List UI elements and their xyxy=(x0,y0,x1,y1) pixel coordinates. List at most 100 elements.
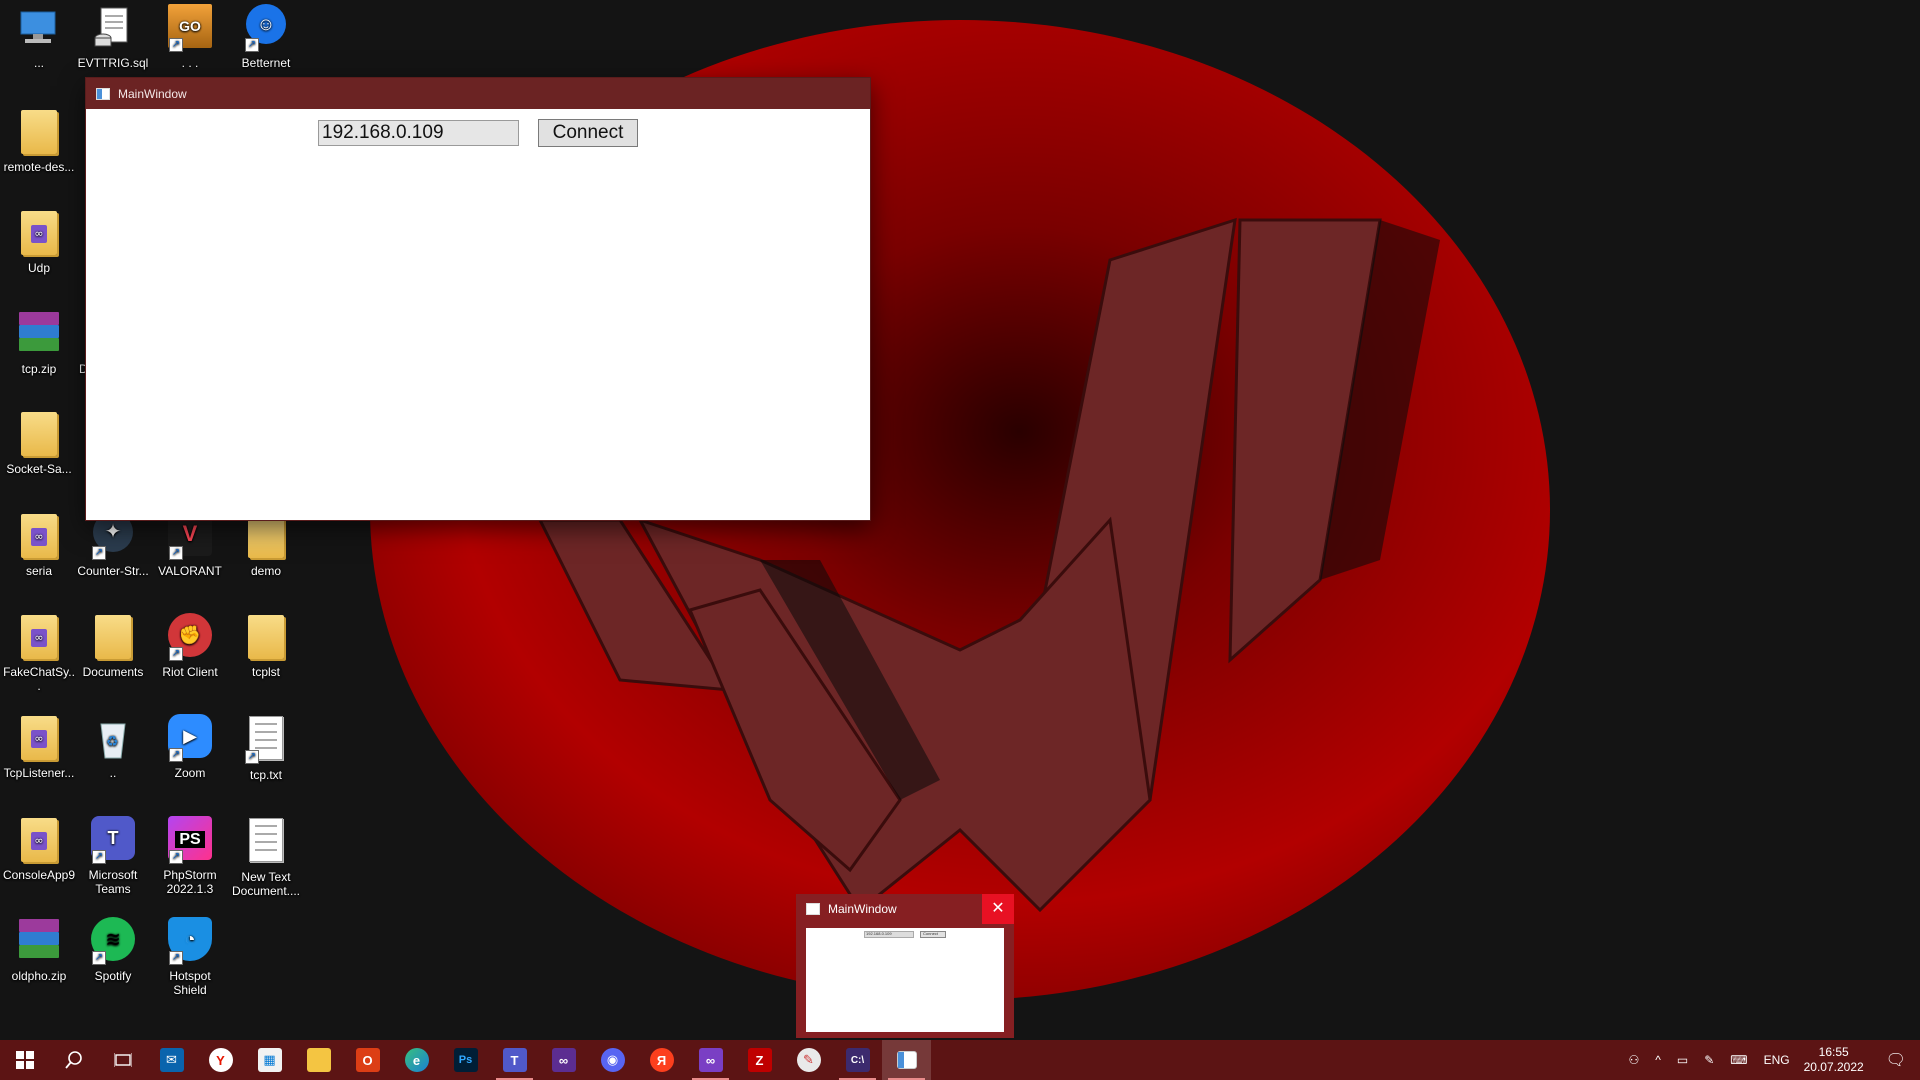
desktop-icon-seria[interactable]: ∞ seria xyxy=(0,512,78,578)
taskbar-visual-studio[interactable]: ∞ xyxy=(539,1040,588,1080)
desktop-icon-tcplst[interactable]: tcplst xyxy=(227,613,305,679)
riot-client-icon: ✊ ↗ xyxy=(166,613,214,661)
window-app-icon xyxy=(806,903,820,915)
main-window-title: MainWindow xyxy=(118,86,187,101)
desktop-icon-phpstorm[interactable]: PS ↗ PhpStorm 2022.1.3 xyxy=(151,816,229,896)
preview-close-button[interactable]: ✕ xyxy=(982,894,1014,924)
start-button[interactable] xyxy=(0,1040,49,1080)
desktop-icon-hotspot-shield[interactable]: ◔ ↗ Hotspot Shield xyxy=(151,917,229,997)
folder-icon xyxy=(248,514,284,558)
search-icon xyxy=(64,1051,82,1069)
desktop-icon-tcplistener[interactable]: ∞ TcpListener... xyxy=(0,714,78,780)
window-app-icon xyxy=(96,87,110,100)
input-language[interactable]: ENG xyxy=(1764,1053,1790,1067)
phpstorm-icon: PS ↗ xyxy=(166,816,214,864)
task-view-button[interactable] xyxy=(98,1040,147,1080)
taskbar-mainwindow-app[interactable] xyxy=(882,1040,931,1080)
desktop-icon-demo[interactable]: demo xyxy=(227,512,305,578)
taskbar-thumbnail-preview[interactable]: MainWindow ✕ 192.168.0.109 Connect xyxy=(796,894,1014,1038)
preview-title: MainWindow xyxy=(828,902,897,916)
desktop-icon-valorant[interactable]: V ↗ VALORANT xyxy=(151,512,229,578)
ip-address-input[interactable] xyxy=(318,120,519,146)
people-icon[interactable]: ⚇ xyxy=(1628,1053,1639,1067)
main-window-titlebar[interactable]: MainWindow xyxy=(86,78,870,109)
teams-icon: T ↗ xyxy=(89,816,137,864)
hotspot-shield-icon: ◔ ↗ xyxy=(166,917,214,965)
desktop-icon-betternet[interactable]: ☺ ↗ Betternet xyxy=(227,4,305,70)
connect-button[interactable]: Connect xyxy=(538,119,638,147)
touch-keyboard-icon[interactable]: ⌨ xyxy=(1730,1053,1747,1067)
discord-icon: ◉ xyxy=(600,1048,625,1072)
taskbar-clock[interactable]: 16:55 20.07.2022 xyxy=(1804,1045,1864,1075)
taskbar-store[interactable]: ▦ xyxy=(245,1040,294,1080)
taskbar-filezilla[interactable]: Z xyxy=(735,1040,784,1080)
taskbar-mail[interactable]: ✉ xyxy=(147,1040,196,1080)
action-center-icon[interactable]: 🗨 xyxy=(1886,1050,1906,1070)
desktop-icon-zoom[interactable]: ▶ ↗ Zoom xyxy=(151,714,229,780)
system-tray: ⚇ ^ ▭ ✎ ⌨ ENG 16:55 20.07.2022 🗨 xyxy=(1620,1040,1920,1080)
desktop-icon-recycle-bin[interactable]: ♻ .. xyxy=(74,714,152,780)
desktop-icon-consoleapp9[interactable]: ∞ ConsoleApp9 xyxy=(0,816,78,882)
csgo-icon: GO ↗ xyxy=(166,4,214,52)
search-button[interactable] xyxy=(49,1040,98,1080)
betternet-icon: ☺ ↗ xyxy=(242,4,290,52)
desktop-icon-tcp-zip[interactable]: tcp.zip xyxy=(0,310,78,376)
taskbar-discord[interactable]: ◉ xyxy=(588,1040,637,1080)
office-icon: O xyxy=(355,1048,380,1072)
desktop-icon-evttrig-sql[interactable]: EVTTRIG.sql xyxy=(74,4,152,70)
winrar-icon xyxy=(17,310,61,354)
meet-now-icon[interactable]: ▭ xyxy=(1677,1053,1688,1067)
photoshop-icon: Ps xyxy=(453,1048,478,1072)
desktop-icon-fakechatsy[interactable]: ∞ FakeChatSy... xyxy=(0,613,78,693)
vs-folder-icon: ∞ xyxy=(21,716,57,760)
main-window[interactable]: MainWindow Connect xyxy=(86,78,870,520)
show-hidden-icons-icon[interactable]: ^ xyxy=(1655,1053,1661,1067)
taskbar-file-explorer[interactable] xyxy=(294,1040,343,1080)
pen-workspace-icon[interactable]: ✎ xyxy=(1704,1053,1714,1067)
yandex-icon: Я xyxy=(649,1048,674,1072)
this-pc-icon xyxy=(15,4,63,52)
zoom-icon: ▶ ↗ xyxy=(166,714,214,762)
desktop-icon-microsoft-teams[interactable]: T ↗ Microsoft Teams xyxy=(74,816,152,896)
folder-icon xyxy=(95,615,131,659)
taskbar-teams[interactable]: T xyxy=(490,1040,539,1080)
vs-folder-icon: ∞ xyxy=(21,818,57,862)
desktop-icon-counter-strike[interactable]: ✦ ↗ Counter-Str... xyxy=(74,512,152,578)
mainwindow-app-icon xyxy=(896,1051,917,1069)
desktop-icon-new-text-document[interactable]: New Text Document.... xyxy=(227,816,305,898)
winrar-icon xyxy=(17,917,61,961)
mini-connect-text: Connect xyxy=(923,931,938,936)
console-icon: C:\ xyxy=(845,1048,870,1072)
desktop-icon-tcp-txt[interactable]: ↗ tcp.txt xyxy=(227,714,305,782)
visual-studio-2022-icon: ∞ xyxy=(698,1048,723,1072)
desktop-icon-documents[interactable]: Documents xyxy=(74,613,152,679)
taskbar-console[interactable]: C:\ xyxy=(833,1040,882,1080)
folder-icon xyxy=(21,412,57,456)
desktop-icon-oldpho-zip[interactable]: oldpho.zip xyxy=(0,917,78,983)
desktop-icon-csgo[interactable]: GO ↗ . . . xyxy=(151,4,229,70)
filezilla-icon: Z xyxy=(747,1048,772,1072)
taskbar-paint[interactable]: ✎ xyxy=(784,1040,833,1080)
desktop-icon-socket-sa[interactable]: Socket-Sa... xyxy=(0,410,78,476)
taskbar-office[interactable]: O xyxy=(343,1040,392,1080)
desktop-icon-udp[interactable]: ∞ Udp xyxy=(0,209,78,275)
taskbar-yandex[interactable]: Я xyxy=(637,1040,686,1080)
taskbar: ✉ Y ▦ O e Ps T ∞ ◉ Я ∞ Z ✎ C:\ ⚇ ^ ▭ ✎ ⌨… xyxy=(0,1040,1920,1080)
taskbar-photoshop[interactable]: Ps xyxy=(441,1040,490,1080)
text-file-icon xyxy=(249,818,283,862)
folder-icon xyxy=(248,615,284,659)
file-explorer-icon xyxy=(306,1048,331,1072)
taskbar-visual-studio-2022[interactable]: ∞ xyxy=(686,1040,735,1080)
desktop-icon-this-pc[interactable]: ... xyxy=(0,4,78,70)
taskbar-edge[interactable]: e xyxy=(392,1040,441,1080)
vs-folder-icon: ∞ xyxy=(21,211,57,255)
teams-icon: T xyxy=(502,1048,527,1072)
desktop-icon-riot-client[interactable]: ✊ ↗ Riot Client xyxy=(151,613,229,679)
taskbar-yandex-browser[interactable]: Y xyxy=(196,1040,245,1080)
preview-thumbnail[interactable]: 192.168.0.109 Connect xyxy=(806,928,1004,1032)
spotify-icon: ≋ ↗ xyxy=(89,917,137,965)
paint-icon: ✎ xyxy=(796,1048,821,1072)
task-view-icon xyxy=(113,1053,132,1067)
desktop-icon-remote-des[interactable]: remote-des... xyxy=(0,108,78,174)
desktop-icon-spotify[interactable]: ≋ ↗ Spotify xyxy=(74,917,152,983)
